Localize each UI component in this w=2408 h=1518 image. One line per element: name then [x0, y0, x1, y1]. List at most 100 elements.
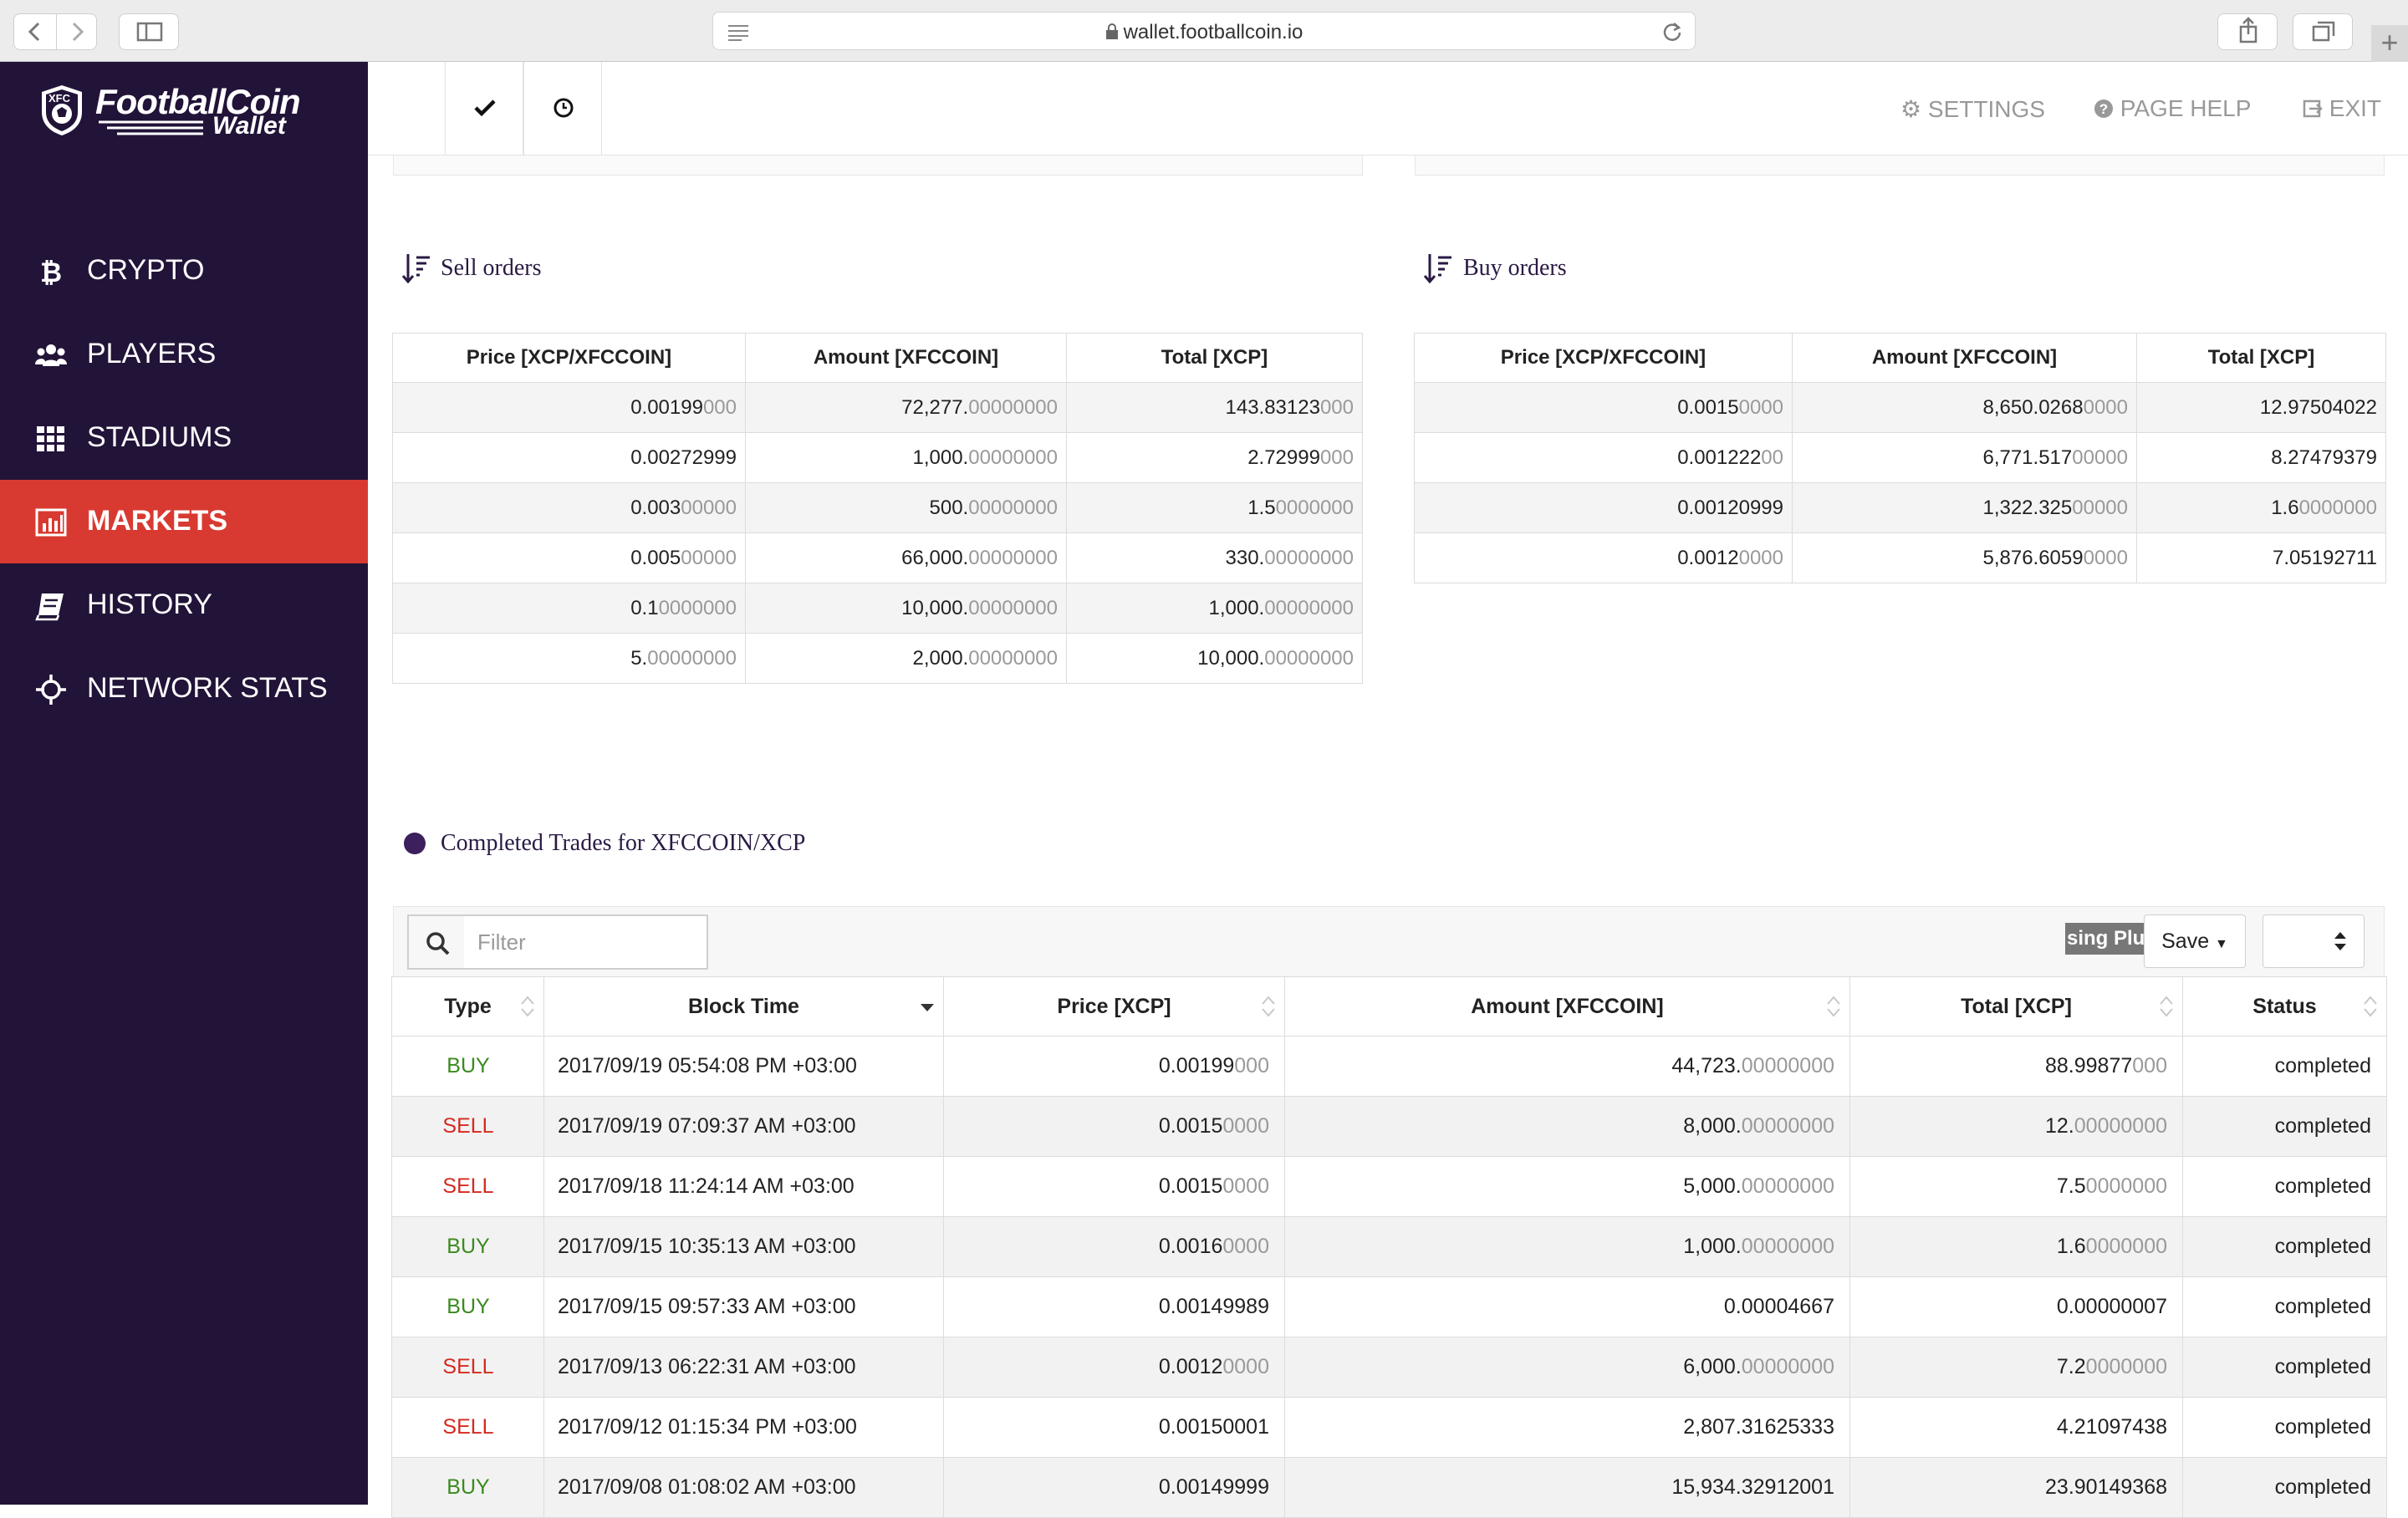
sidebar-item-network-stats[interactable]: NETWORK STATS [0, 647, 368, 731]
value-trailing-zeros: 00000000 [968, 646, 1058, 670]
value-trailing-zeros: 00 [1761, 446, 1783, 469]
table-cell: 6,771.51700000 [1792, 432, 2137, 483]
exit-link[interactable]: EXIT [2303, 95, 2381, 122]
column-header-label: Status [2252, 994, 2317, 1018]
chevron-left-icon [28, 22, 40, 42]
column-header[interactable]: Amount [XFCCOIN] [1792, 333, 2137, 383]
filter-search-button[interactable] [407, 914, 466, 970]
table-row[interactable]: BUY 2017/09/15 10:35:13 AM +03:00 0.001600… [391, 1216, 2387, 1277]
sell-order-row[interactable]: 5.00000000 2,000.00000000 10,000.00000000 [392, 633, 1363, 684]
save-dropdown-button[interactable]: Save ▼ [2144, 914, 2246, 968]
column-header-total[interactable]: Total [XCP] [1849, 976, 2183, 1037]
column-header[interactable]: Total [XCP] [1066, 333, 1363, 383]
value-trailing-zeros: 00000 [2072, 446, 2128, 469]
column-header-type[interactable]: Type [391, 976, 544, 1037]
sell-order-row[interactable]: 0.00272999 1,000.00000000 2.72999000 [392, 432, 1363, 483]
column-header[interactable]: Amount [XFCCOIN] [745, 333, 1067, 383]
value-significant: 500. [929, 496, 969, 519]
column-header[interactable]: Total [XCP] [2136, 333, 2386, 383]
trade-amount: 15,934.32912001 [1284, 1457, 1850, 1518]
logo[interactable]: XFC FootballCoin Wallet [0, 62, 368, 171]
address-bar[interactable]: wallet.footballcoin.io [712, 12, 1696, 50]
top-bar: ⚙ SETTINGS ? PAGE HELP EXIT [368, 62, 2408, 155]
block-time: 2017/09/13 06:22:31 AM +03:00 [543, 1337, 944, 1398]
column-header-block-time[interactable]: Block Time [543, 976, 944, 1037]
settings-link[interactable]: ⚙ SETTINGS [1900, 95, 2045, 123]
column-header[interactable]: Price [XCP/XFCCOIN] [392, 333, 746, 383]
tab-clock[interactable] [523, 62, 602, 155]
value-trailing-zeros: 00000000 [968, 395, 1058, 419]
table-cell: 1,000.00000000 [745, 432, 1067, 483]
table-row[interactable]: BUY 2017/09/19 05:54:08 PM +03:00 0.001990… [391, 1036, 2387, 1097]
buy-order-row[interactable]: 0.00122200 6,771.51700000 8.27479379 [1414, 432, 2386, 483]
tab-check[interactable] [445, 62, 523, 155]
settings-label: SETTINGS [1927, 96, 2045, 122]
sidebar-item-history[interactable]: HISTORY [0, 563, 368, 647]
sidebar-item-label: MARKETS [87, 505, 228, 537]
save-label: Save [2161, 930, 2210, 953]
table-row[interactable]: SELL 2017/09/18 11:24:14 AM +03:00 0.00150… [391, 1156, 2387, 1217]
table-row[interactable]: BUY 2017/09/08 01:08:02 AM +03:00 0.001499… [391, 1457, 2387, 1518]
value-trailing-zeros: 00000 [681, 496, 737, 519]
value-significant: 0.0016 [1158, 1235, 1223, 1258]
value-significant: 0.0012 [1677, 546, 1739, 569]
trade-type: BUY [391, 1036, 544, 1097]
filter-input[interactable] [464, 914, 708, 970]
sell-order-row[interactable]: 0.00199000 72,277.00000000 143.83123000 [392, 382, 1363, 433]
columns-toggle-chip[interactable]: sing Plu [2065, 923, 2145, 955]
value-significant: 0.005 [630, 546, 681, 569]
table-row[interactable]: SELL 2017/09/19 07:09:37 AM +03:00 0.00150… [391, 1096, 2387, 1157]
sign-out-icon [2303, 99, 2323, 118]
buy-order-row[interactable]: 0.00120000 5,876.60590000 7.05192711 [1414, 532, 2386, 583]
trade-status: completed [2182, 1397, 2387, 1458]
buy-order-row[interactable]: 0.00120999 1,322.32500000 1.60000000 [1414, 482, 2386, 533]
new-tab-button[interactable]: + [2371, 25, 2408, 62]
table-cell: 2.72999000 [1066, 432, 1363, 483]
sidebar-item-crypto[interactable]: ₿ CRYPTO [0, 229, 368, 313]
tabs-button[interactable] [2293, 13, 2353, 50]
trade-status: completed [2182, 1457, 2387, 1518]
circle-icon [404, 833, 426, 854]
value-trailing-zeros: 0000000 [2298, 496, 2377, 519]
column-header[interactable]: Price [XCP/XFCCOIN] [1414, 333, 1793, 383]
value-trailing-zeros: 0000 [1222, 1114, 1269, 1138]
back-button[interactable] [14, 14, 57, 49]
sell-order-row[interactable]: 0.00500000 66,000.00000000 330.00000000 [392, 532, 1363, 583]
share-icon [2239, 17, 2258, 43]
buy-order-row[interactable]: 0.00150000 8,650.02680000 12.97504022 [1414, 382, 2386, 433]
value-significant: 0.00199 [1158, 1054, 1235, 1077]
sidebar-item-players[interactable]: PLAYERS [0, 313, 368, 396]
value-significant: 330. [1225, 546, 1265, 569]
table-row[interactable]: BUY 2017/09/15 09:57:33 AM +03:00 0.001499… [391, 1276, 2387, 1337]
column-header-label: Block Time [688, 994, 799, 1018]
sidebar-toggle-button[interactable] [119, 13, 179, 50]
reload-icon[interactable] [1661, 21, 1683, 43]
sell-order-row[interactable]: 0.10000000 10,000.00000000 1,000.00000000 [392, 583, 1363, 634]
sell-order-row[interactable]: 0.00300000 500.00000000 1.50000000 [392, 482, 1363, 533]
value-significant: 5. [630, 646, 648, 670]
share-button[interactable] [2217, 13, 2278, 50]
trade-amount: 0.00004667 [1284, 1276, 1850, 1337]
grid-icon [37, 426, 64, 451]
trade-amount: 44,723.00000000 [1284, 1036, 1850, 1097]
sidebar-item-stadiums[interactable]: STADIUMS [0, 396, 368, 480]
bitcoin-icon: ₿ [40, 257, 62, 288]
sidebar-item-markets[interactable]: MARKETS [0, 480, 368, 563]
table-row[interactable]: SELL 2017/09/13 06:22:31 AM +03:00 0.00120… [391, 1337, 2387, 1398]
column-header-price[interactable]: Price [XCP] [943, 976, 1285, 1037]
value-significant: 1.6 [2271, 496, 2299, 519]
page-size-select[interactable] [2263, 914, 2365, 968]
column-header-status[interactable]: Status [2182, 976, 2387, 1037]
forward-button[interactable] [56, 14, 98, 49]
trade-status: completed [2182, 1156, 2387, 1217]
value-trailing-zeros: 00000000 [968, 596, 1058, 619]
sort-amount-desc-icon [1423, 254, 1451, 284]
block-time: 2017/09/08 01:08:02 AM +03:00 [543, 1457, 944, 1518]
trade-type: BUY [391, 1276, 544, 1337]
value-significant: 10,000. [1197, 646, 1265, 670]
table-cell: 0.10000000 [392, 583, 746, 634]
page-help-link[interactable]: ? PAGE HELP [2094, 95, 2251, 122]
table-header-row: Price [XCP/XFCCOIN] Amount [XFCCOIN] Tot… [392, 333, 1363, 383]
column-header-amount[interactable]: Amount [XFCCOIN] [1284, 976, 1850, 1037]
table-row[interactable]: SELL 2017/09/12 01:15:34 PM +03:00 0.00150… [391, 1397, 2387, 1458]
